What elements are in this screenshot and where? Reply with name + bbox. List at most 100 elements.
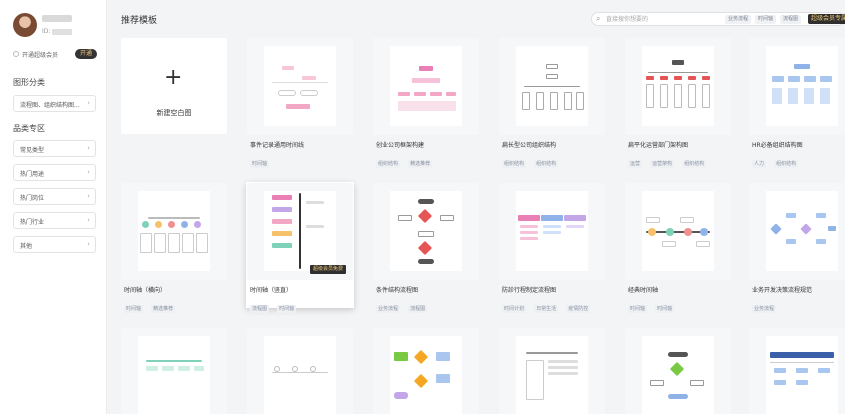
sidebar-item-other[interactable]: 其他 › bbox=[13, 236, 96, 253]
template-tag[interactable]: 运营架构 bbox=[650, 160, 675, 168]
sidebar-item-hot-industries[interactable]: 热门行业 › bbox=[13, 212, 96, 229]
template-title: 业务开发决策流程规范 bbox=[752, 287, 813, 294]
template-title: 扁平化运营部门架构图 bbox=[628, 142, 689, 149]
template-tag[interactable]: 时间计划 bbox=[502, 305, 527, 313]
template-tag[interactable]: 精选推荐 bbox=[408, 160, 433, 168]
chevron-right-icon: › bbox=[87, 192, 90, 200]
sidebar-item-label: 常见类型 bbox=[20, 147, 45, 154]
chevron-right-icon: › bbox=[87, 168, 90, 176]
thumbnail-canvas bbox=[138, 336, 210, 414]
thumbnail-canvas bbox=[766, 46, 838, 126]
template-tag[interactable]: 时间轴 bbox=[277, 305, 297, 313]
template-tags: 业务流程 流程图 bbox=[376, 295, 430, 314]
template-tag[interactable]: 组织结构 bbox=[502, 160, 527, 168]
template-title: 条件结构流程图 bbox=[376, 287, 419, 294]
template-tags: 业务流程 bbox=[752, 295, 779, 314]
template-tags: 组织结构 精选推荐 bbox=[376, 150, 435, 169]
template-thumbnail bbox=[373, 328, 479, 414]
template-thumbnail bbox=[373, 183, 479, 280]
template-tag[interactable]: 日常生活 bbox=[534, 305, 559, 313]
thumbnail-canvas bbox=[642, 191, 714, 271]
template-tag[interactable]: 人力 bbox=[752, 160, 767, 168]
sidebar-item-common-types[interactable]: 常见类型 › bbox=[13, 140, 96, 157]
template-title: 扁长型公司组织结构 bbox=[502, 142, 557, 149]
template-thumbnail bbox=[749, 183, 845, 280]
search-tag[interactable]: 流程图 bbox=[780, 15, 802, 24]
username-masked bbox=[42, 15, 72, 22]
thumbnail-canvas bbox=[766, 191, 838, 271]
thumbnail-canvas bbox=[516, 336, 588, 414]
chevron-right-icon: › bbox=[87, 216, 90, 224]
vip-open-button[interactable]: 开通 bbox=[74, 49, 97, 59]
search-tag[interactable]: 业务流程 bbox=[725, 15, 752, 24]
avatar[interactable] bbox=[13, 13, 37, 37]
template-thumbnail bbox=[625, 38, 731, 135]
user-id-label: ID: bbox=[42, 28, 51, 35]
thumbnail-canvas bbox=[766, 336, 838, 414]
template-tag[interactable]: 流程图 bbox=[408, 305, 428, 313]
user-id-masked bbox=[52, 28, 73, 35]
template-tag[interactable]: 流程图 bbox=[250, 305, 270, 313]
app-root: ID: 开通超级会员 开通 图形分类 流程图、组织结构图... › 品类专区 常… bbox=[0, 0, 845, 414]
template-card-hovered[interactable]: 超级会员免费 时间轴（竖直） 流程图 时间轴 bbox=[246, 182, 354, 313]
vip-row: 开通超级会员 开通 bbox=[13, 49, 99, 59]
search-tag[interactable]: 时间轴 bbox=[755, 15, 777, 24]
template-tags: 时间轴 时间轴 bbox=[628, 295, 677, 314]
template-tag[interactable]: 组织结构 bbox=[376, 160, 401, 168]
thumbnail-canvas bbox=[390, 46, 462, 126]
chevron-right-icon: › bbox=[87, 99, 90, 107]
template-tag[interactable]: 时间轴 bbox=[655, 305, 675, 313]
thumbnail-canvas bbox=[516, 46, 588, 126]
thumbnail-canvas bbox=[390, 336, 462, 414]
sidebar-item-label: 热门用途 bbox=[20, 171, 45, 178]
search-icon: ⌕ bbox=[596, 14, 601, 23]
template-title: HR必备组织结构图 bbox=[752, 142, 803, 149]
template-tag[interactable]: 组织结构 bbox=[682, 160, 707, 168]
template-thumbnail bbox=[121, 328, 227, 414]
thumbnail-canvas bbox=[138, 191, 210, 271]
user-id: ID: bbox=[42, 28, 73, 35]
template-tags: 流程图 时间轴 bbox=[250, 295, 299, 314]
template-tags: 运营 运营架构 组织结构 bbox=[628, 150, 709, 169]
template-tag[interactable]: 运营 bbox=[628, 160, 643, 168]
template-tag[interactable]: 业务流程 bbox=[752, 305, 777, 313]
template-tags: 时间轴 bbox=[250, 150, 272, 169]
template-tags: 时间计划 日常生活 疫情防控 bbox=[502, 295, 593, 314]
template-tag[interactable]: 时间轴 bbox=[124, 305, 144, 313]
thumbnail-canvas bbox=[264, 46, 336, 126]
sidebar-item-categories[interactable]: 流程图、组织结构图... › bbox=[13, 95, 96, 112]
thumbnail-canvas bbox=[264, 336, 336, 414]
template-tag[interactable]: 业务流程 bbox=[376, 305, 401, 313]
template-tag[interactable]: 疫情防控 bbox=[566, 305, 591, 313]
template-tag[interactable]: 精选推荐 bbox=[151, 305, 176, 313]
search-input[interactable] bbox=[606, 15, 706, 24]
template-thumbnail bbox=[499, 183, 605, 280]
page-title: 推荐模板 bbox=[121, 16, 158, 26]
template-tags: 组织结构 组织结构 bbox=[502, 150, 561, 169]
thumbnail-canvas bbox=[264, 191, 336, 271]
template-tag[interactable]: 时间轴 bbox=[628, 305, 648, 313]
template-thumbnail bbox=[121, 183, 227, 280]
vip-zone-button[interactable]: 超级会员专属 bbox=[808, 14, 845, 24]
sidebar-item-label: 流程图、组织结构图... bbox=[20, 102, 80, 109]
sidebar-item-label: 热门岗位 bbox=[20, 195, 45, 202]
search-bar: ⌕ 业务流程 时间轴 流程图 bbox=[591, 12, 845, 26]
sidebar-item-hot-uses[interactable]: 热门用途 › bbox=[13, 164, 96, 181]
category-title: 图形分类 bbox=[13, 78, 45, 87]
vip-radio-icon bbox=[13, 51, 19, 57]
template-thumbnail bbox=[625, 183, 731, 280]
template-tag[interactable]: 时间轴 bbox=[250, 160, 270, 168]
template-thumbnail bbox=[247, 328, 353, 414]
template-thumbnail bbox=[499, 38, 605, 135]
template-tag[interactable]: 组织结构 bbox=[534, 160, 559, 168]
template-thumbnail bbox=[625, 328, 731, 414]
template-tags: 人力 组织结构 bbox=[752, 150, 801, 169]
thumbnail-canvas bbox=[642, 46, 714, 126]
new-blank-card[interactable]: + 新建空白图 bbox=[121, 38, 227, 134]
sidebar-item-label: 其他 bbox=[20, 243, 33, 250]
template-title: 时间轴（竖直） bbox=[250, 287, 293, 294]
thumbnail-canvas bbox=[516, 191, 588, 271]
sidebar-item-hot-positions[interactable]: 热门岗位 › bbox=[13, 188, 96, 205]
thumbnail-canvas bbox=[642, 336, 714, 414]
template-tag[interactable]: 组织结构 bbox=[774, 160, 799, 168]
